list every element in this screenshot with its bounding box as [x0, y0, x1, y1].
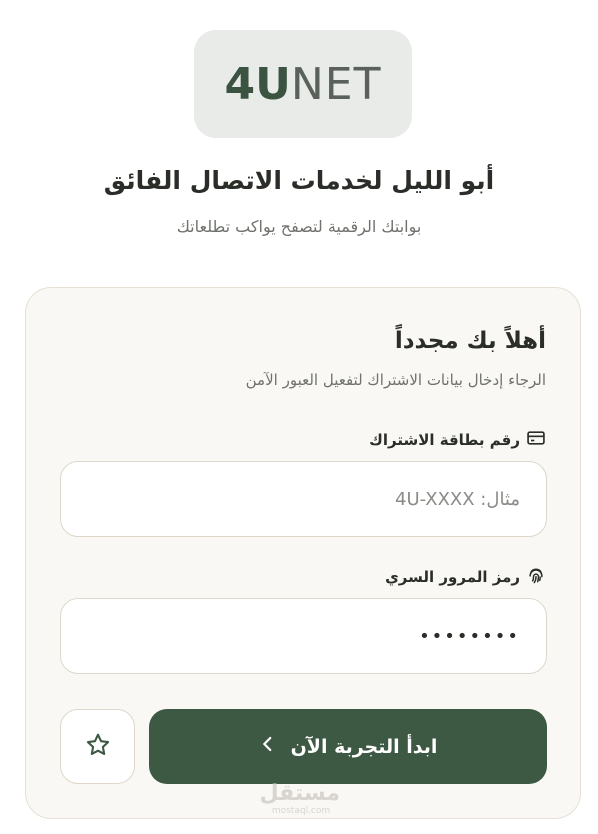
brand-logo: 4U NET — [194, 30, 412, 138]
welcome-heading: أهلاً بك مجدداً — [394, 328, 546, 354]
start-trial-button[interactable]: ابدأ التجربة الآن — [149, 709, 547, 784]
subscription-field[interactable] — [60, 461, 547, 537]
password-field[interactable] — [60, 598, 547, 674]
logo-light-text: NET — [290, 58, 382, 110]
watermark-arabic: مستقل — [259, 781, 340, 806]
subscription-label-text: رقم بطاقة الاشتراك — [369, 431, 520, 449]
fingerprint-icon — [526, 565, 546, 589]
login-card: أهلاً بك مجدداً الرجاء إدخال بيانات الاش… — [25, 287, 581, 819]
password-label: رمز المرور السري — [385, 565, 546, 589]
page-title: أبو الليل لخدمات الاتصال الفائق — [103, 166, 495, 195]
favorite-button[interactable] — [60, 709, 135, 784]
subscription-input[interactable] — [87, 488, 520, 510]
login-page: 4U NET أبو الليل لخدمات الاتصال الفائق بو… — [0, 0, 598, 834]
subscription-label: رقم بطاقة الاشتراك — [369, 428, 546, 452]
star-icon — [84, 731, 112, 763]
welcome-hint: الرجاء إدخال بيانات الاشتراك لتفعيل العب… — [245, 371, 546, 389]
password-label-text: رمز المرور السري — [385, 568, 520, 586]
credit-card-icon — [526, 428, 546, 452]
logo-bold-text: 4U — [224, 58, 291, 110]
chevron-left-icon — [259, 735, 277, 758]
site-watermark: مستقل mostaql.com — [259, 781, 340, 820]
password-input[interactable] — [87, 625, 520, 647]
page-subtitle: بوابتك الرقمية لتصفح يواكب تطلعاتك — [176, 217, 422, 236]
start-trial-label: ابدأ التجربة الآن — [290, 735, 438, 758]
watermark-latin: mostaql.com — [271, 806, 331, 816]
